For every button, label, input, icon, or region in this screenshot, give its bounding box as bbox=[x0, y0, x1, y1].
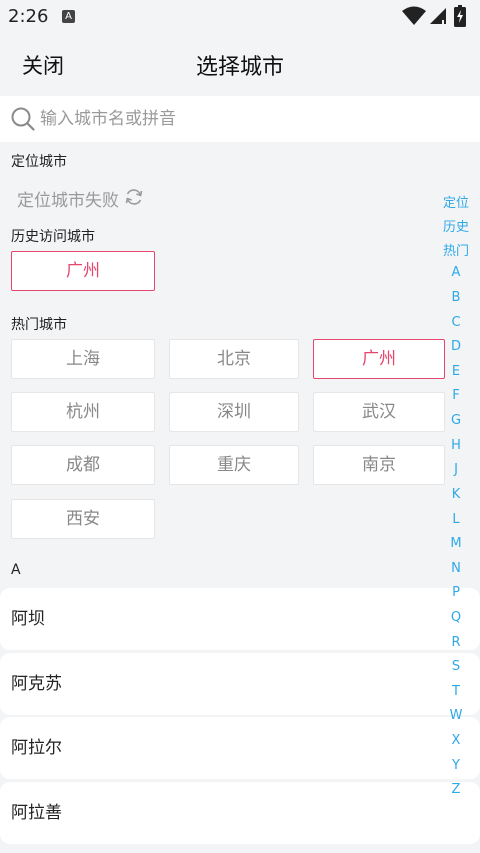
index-item-x[interactable]: X bbox=[432, 733, 480, 748]
index-item-f[interactable]: F bbox=[432, 388, 480, 403]
status-time: 2:26 bbox=[8, 6, 49, 27]
location-status-text: 定位城市失败 bbox=[17, 191, 119, 211]
hot-city-button[interactable]: 西安 bbox=[11, 499, 155, 539]
index-item-l[interactable]: L bbox=[432, 512, 480, 527]
search-icon bbox=[11, 107, 35, 131]
hot-city-button[interactable]: 上海 bbox=[11, 339, 155, 379]
index-item-g[interactable]: G bbox=[432, 413, 480, 428]
index-item-m[interactable]: M bbox=[432, 536, 480, 551]
app-notification-icon: A bbox=[62, 10, 75, 23]
hot-city-button-selected[interactable]: 广州 bbox=[313, 339, 445, 379]
hot-city-button[interactable]: 武汉 bbox=[313, 392, 445, 432]
hot-city-button[interactable]: 杭州 bbox=[11, 392, 155, 432]
index-item-z[interactable]: Z bbox=[432, 782, 480, 797]
index-item-d[interactable]: D bbox=[432, 339, 480, 354]
hot-city-button[interactable]: 重庆 bbox=[169, 445, 299, 485]
page-title: 选择城市 bbox=[195, 55, 284, 80]
index-item-y[interactable]: Y bbox=[432, 758, 480, 773]
city-list-item[interactable]: 阿坝 bbox=[0, 588, 480, 650]
history-city-button[interactable]: 广州 bbox=[11, 251, 155, 291]
index-item-t[interactable]: T bbox=[432, 684, 480, 699]
hot-city-button[interactable]: 成都 bbox=[11, 445, 155, 485]
index-item-w[interactable]: W bbox=[432, 708, 480, 723]
wifi-icon bbox=[402, 6, 426, 25]
index-item-r[interactable]: R bbox=[432, 635, 480, 650]
hot-city-button[interactable]: 北京 bbox=[169, 339, 299, 379]
index-item-j[interactable]: J bbox=[432, 462, 480, 477]
status-bar: 2:26 A bbox=[0, 0, 480, 34]
list-letter-header: A bbox=[11, 562, 21, 578]
index-item-hot[interactable]: 热门 bbox=[432, 240, 480, 259]
index-item-s[interactable]: S bbox=[432, 659, 480, 674]
history-section-label: 历史访问城市 bbox=[11, 229, 95, 245]
index-item-n[interactable]: N bbox=[432, 561, 480, 576]
index-item-p[interactable]: P bbox=[432, 585, 480, 600]
city-list-item[interactable]: 阿拉善 bbox=[0, 782, 480, 844]
battery-icon bbox=[454, 5, 466, 27]
index-item-location[interactable]: 定位 bbox=[432, 192, 480, 211]
status-icons bbox=[402, 5, 472, 27]
search-input[interactable] bbox=[40, 104, 460, 134]
city-list-item[interactable]: 阿克苏 bbox=[0, 653, 480, 715]
search-bar bbox=[0, 96, 480, 142]
location-section-label: 定位城市 bbox=[11, 154, 67, 170]
index-item-k[interactable]: K bbox=[432, 487, 480, 502]
hot-city-button[interactable]: 深圳 bbox=[169, 392, 299, 432]
nav-bar: 关闭 选择城市 bbox=[0, 34, 480, 94]
index-item-history[interactable]: 历史 bbox=[432, 216, 480, 235]
index-item-h[interactable]: H bbox=[432, 438, 480, 453]
refresh-icon[interactable] bbox=[124, 187, 144, 207]
index-item-q[interactable]: Q bbox=[432, 610, 480, 625]
index-item-a[interactable]: A bbox=[432, 265, 480, 280]
index-item-b[interactable]: B bbox=[432, 290, 480, 305]
city-list-item[interactable]: 阿拉尔 bbox=[0, 717, 480, 779]
index-item-e[interactable]: E bbox=[432, 364, 480, 379]
signal-icon bbox=[430, 8, 446, 24]
index-item-c[interactable]: C bbox=[432, 315, 480, 330]
hot-city-button[interactable]: 南京 bbox=[313, 445, 445, 485]
hot-section-label: 热门城市 bbox=[11, 317, 67, 333]
